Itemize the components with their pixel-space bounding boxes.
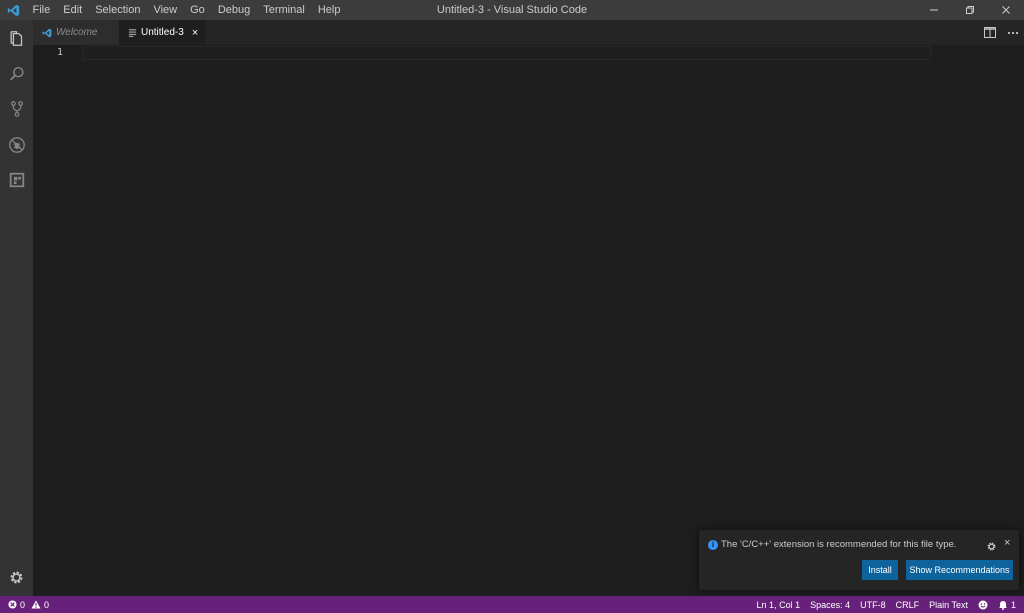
more-actions-button[interactable]: [1001, 20, 1024, 45]
minimize-icon: [930, 9, 938, 11]
manage-button[interactable]: [0, 561, 33, 594]
minimize-button[interactable]: [916, 0, 952, 20]
menu-selection[interactable]: Selection: [89, 0, 147, 20]
more-icon: [1007, 31, 1018, 34]
activity-bar: [0, 20, 33, 596]
language-mode[interactable]: Plain Text: [929, 600, 968, 610]
search-icon: [9, 66, 24, 80]
title-bar: File Edit Selection View Go Debug Termin…: [0, 0, 1024, 20]
debug-button[interactable]: [0, 128, 33, 161]
split-editor-button[interactable]: [978, 20, 1001, 45]
feedback-button[interactable]: [978, 600, 988, 610]
show-recommendations-button[interactable]: Show Recommendations: [906, 560, 1013, 580]
vscode-icon: [42, 28, 52, 38]
extension-recommendation-notification: i The 'C/C++' extension is recommended f…: [699, 530, 1019, 590]
menu-edit[interactable]: Edit: [57, 0, 89, 20]
window-controls: [916, 0, 1024, 20]
cursor-position[interactable]: Ln 1, Col 1: [757, 600, 801, 610]
error-count: 0: [20, 599, 26, 610]
info-icon: i: [708, 540, 718, 550]
source-control-button[interactable]: [0, 92, 33, 125]
tab-untitled-3[interactable]: Untitled-3 ×: [119, 20, 205, 45]
extensions-button[interactable]: [0, 163, 33, 196]
tab-bar: Welcome Untitled-3 ×: [33, 20, 1024, 45]
menu-help[interactable]: Help: [311, 0, 347, 20]
close-icon: [1002, 6, 1010, 14]
line-number: 1: [56, 47, 63, 58]
split-editor-icon: [983, 27, 996, 38]
gear-icon: [987, 542, 996, 551]
error-icon: [8, 600, 17, 609]
problems-indicator[interactable]: 0 0: [8, 596, 49, 613]
explorer-button[interactable]: [0, 22, 33, 55]
smiley-icon: [978, 600, 988, 609]
debug-icon: [8, 136, 25, 153]
status-bar: 0 0 Ln 1, Col 1 Spaces: 4 UTF-8 CRLF Pla…: [0, 596, 1024, 613]
warning-count: 0: [44, 599, 50, 610]
source-control-icon: [10, 100, 23, 117]
install-button[interactable]: Install: [862, 560, 898, 580]
status-right: Ln 1, Col 1 Spaces: 4 UTF-8 CRLF Plain T…: [747, 596, 1016, 613]
editor-actions: [978, 20, 1024, 45]
notification-message: The 'C/C++' extension is recommended for…: [721, 539, 957, 550]
restore-icon: [966, 6, 974, 14]
warning-icon: [31, 600, 41, 609]
tab-label: Untitled-3: [141, 27, 184, 38]
current-line-highlight: [83, 46, 931, 60]
tab-welcome[interactable]: Welcome: [33, 20, 119, 45]
extensions-icon: [9, 172, 24, 187]
text-file-icon: [128, 28, 137, 37]
menu-view[interactable]: View: [147, 0, 184, 20]
menu-terminal[interactable]: Terminal: [257, 0, 312, 20]
notifications-button[interactable]: 1: [998, 600, 1016, 610]
notification-count: 1: [1010, 599, 1016, 610]
menu-bar: File Edit Selection View Go Debug Termin…: [26, 0, 347, 20]
files-icon: [10, 30, 22, 46]
close-window-button[interactable]: [988, 0, 1024, 20]
notification-close-icon[interactable]: ×: [1004, 537, 1010, 549]
tab-close-icon[interactable]: ×: [192, 27, 198, 39]
gear-icon: [10, 571, 23, 584]
encoding[interactable]: UTF-8: [860, 600, 886, 610]
search-button[interactable]: [0, 57, 33, 90]
editor-area[interactable]: 1: [33, 45, 1024, 596]
restore-button[interactable]: [952, 0, 988, 20]
menu-debug[interactable]: Debug: [211, 0, 256, 20]
menu-go[interactable]: Go: [184, 0, 212, 20]
menu-file[interactable]: File: [26, 0, 57, 20]
indentation[interactable]: Spaces: 4: [810, 600, 850, 610]
tab-label: Welcome: [56, 27, 98, 38]
notification-settings-button[interactable]: [986, 539, 997, 557]
end-of-line[interactable]: CRLF: [896, 600, 920, 610]
vscode-logo-icon[interactable]: [0, 0, 26, 20]
bell-icon: [998, 600, 1007, 610]
